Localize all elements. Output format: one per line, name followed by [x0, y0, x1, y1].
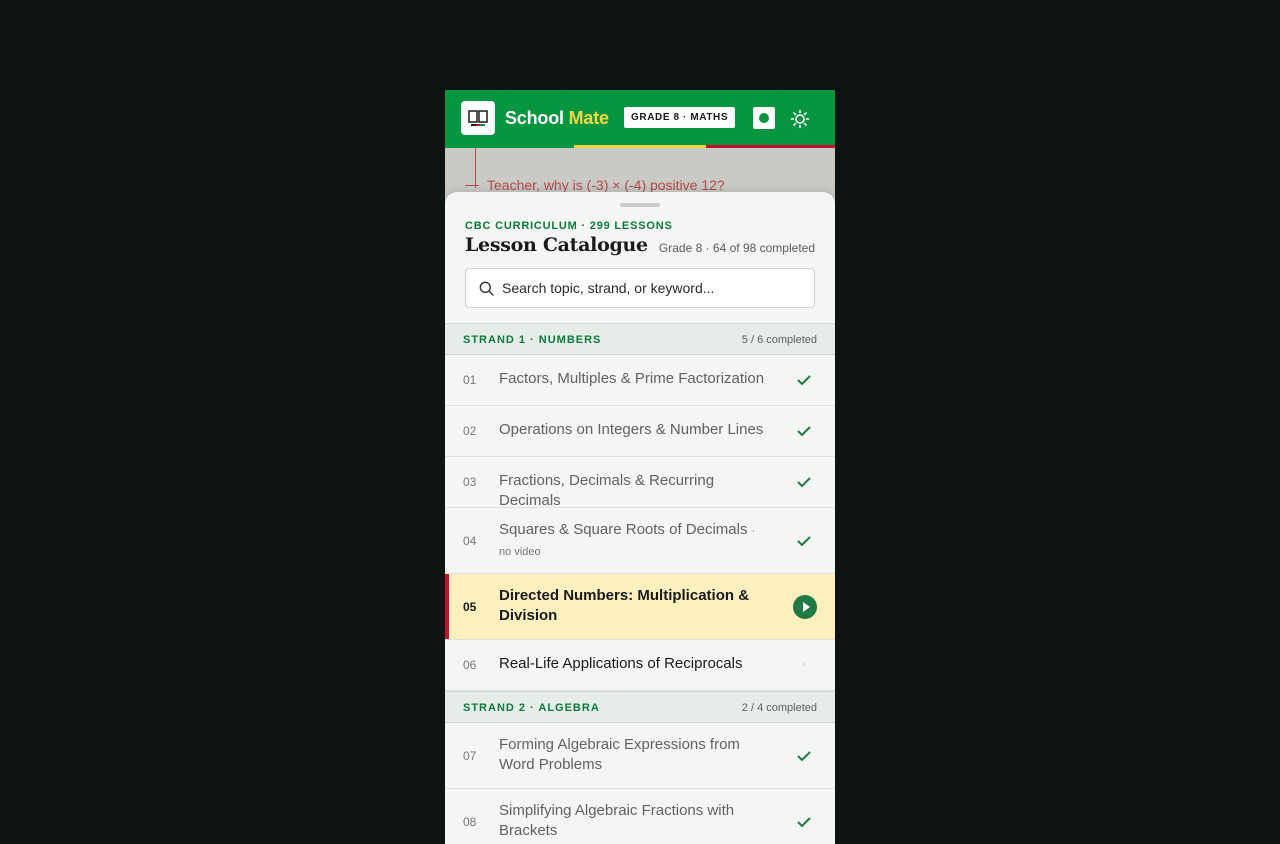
sun-icon [790, 109, 810, 129]
logo[interactable] [461, 101, 495, 135]
lesson-title-wrap: Squares & Square Roots of Decimals · no … [499, 520, 769, 562]
lesson-number: 01 [463, 373, 477, 387]
brand-school: School [505, 108, 564, 128]
lesson-title: Simplifying Algebraic Fractions with Bra… [499, 802, 735, 839]
lesson-row[interactable]: 06 Real-Life Applications of Reciprocals… [445, 640, 835, 691]
sheet-title: Lesson Catalogue [465, 234, 648, 256]
strand-header-numbers[interactable]: STRAND 1 · NUMBERS 5 / 6 completed [445, 323, 835, 355]
lesson-catalogue-sheet: CBC CURRICULUM · 299 LESSONS Lesson Cata… [445, 192, 835, 844]
lesson-row-current[interactable]: 05 Directed Numbers: Multiplication & Di… [445, 574, 835, 640]
lesson-number: 05 [463, 600, 477, 614]
check-icon [797, 817, 811, 828]
grade-chip[interactable]: GRADE 8 · MATHS [624, 107, 736, 128]
theme-toggle-button[interactable] [790, 109, 810, 129]
chevron-right-icon: › [802, 659, 806, 670]
current-indicator [445, 574, 449, 639]
app-header: School Mate GRADE 8 · MATHS [445, 90, 835, 148]
sheet-drag-handle[interactable] [620, 203, 660, 207]
lesson-list: STRAND 1 · NUMBERS 5 / 6 completed 01 Fa… [445, 323, 835, 844]
lesson-number: 02 [463, 424, 477, 438]
timeline-line [475, 148, 476, 188]
strand-name: STRAND 1 · NUMBERS [463, 334, 602, 346]
lesson-title: Directed Numbers: Multiplication & Divis… [499, 587, 750, 624]
lesson-row[interactable]: 03 Fractions, Decimals & Recurring Decim… [445, 457, 835, 509]
strand-name: STRAND 2 · ALGEBRA [463, 702, 600, 714]
lesson-row[interactable]: 01 Factors, Multiples & Prime Factorizat… [445, 355, 835, 406]
lesson-title: Forming Algebraic Expressions from Word … [499, 736, 740, 773]
check-icon [797, 477, 811, 488]
brand-mate: Mate [568, 108, 609, 128]
strand-count: 2 / 4 completed [741, 702, 817, 714]
record-button[interactable] [753, 107, 775, 129]
check-icon [797, 536, 811, 547]
lesson-row[interactable]: 02 Operations on Integers & Number Lines [445, 406, 835, 457]
search-box[interactable] [465, 268, 815, 308]
lesson-number: 06 [463, 658, 477, 672]
search-icon [479, 281, 494, 296]
lesson-title: Factors, Multiples & Prime Factorization [499, 370, 765, 387]
check-icon [797, 375, 811, 386]
app-brand: School Mate [505, 108, 609, 129]
lesson-row[interactable]: 08 Simplifying Algebraic Fractions with … [445, 789, 835, 844]
lesson-number: 04 [463, 534, 477, 548]
lesson-title: Real-Life Applications of Reciprocals [499, 655, 743, 672]
lesson-number: 08 [463, 815, 477, 829]
curriculum-eyebrow: CBC CURRICULUM · 299 LESSONS [465, 220, 673, 232]
check-icon [797, 426, 811, 437]
play-icon[interactable] [793, 595, 817, 619]
lesson-number: 03 [463, 475, 477, 489]
open-book-icon [468, 110, 488, 126]
strand-header-algebra[interactable]: STRAND 2 · ALGEBRA 2 / 4 completed [445, 691, 835, 723]
search-input[interactable] [502, 269, 802, 307]
timeline-tick [465, 185, 479, 186]
strand-count: 5 / 6 completed [741, 334, 817, 346]
lesson-row[interactable]: 07 Forming Algebraic Expressions from Wo… [445, 723, 835, 789]
progress-summary: Grade 8 · 64 of 98 completed [658, 241, 815, 255]
lesson-title: Squares & Square Roots of Decimals [499, 521, 748, 538]
lesson-title: Operations on Integers & Number Lines [499, 421, 764, 438]
record-icon [759, 113, 769, 123]
lesson-title: Fractions, Decimals & Recurring Decimals [499, 472, 715, 509]
app-screen: School Mate GRADE 8 · MATHS Teacher, why… [445, 90, 835, 844]
lesson-number: 07 [463, 749, 477, 763]
check-icon [797, 751, 811, 762]
student-question: Teacher, why is (-3) × (-4) positive 12? [487, 177, 725, 193]
lesson-row[interactable]: 04 Squares & Square Roots of Decimals · … [445, 508, 835, 574]
